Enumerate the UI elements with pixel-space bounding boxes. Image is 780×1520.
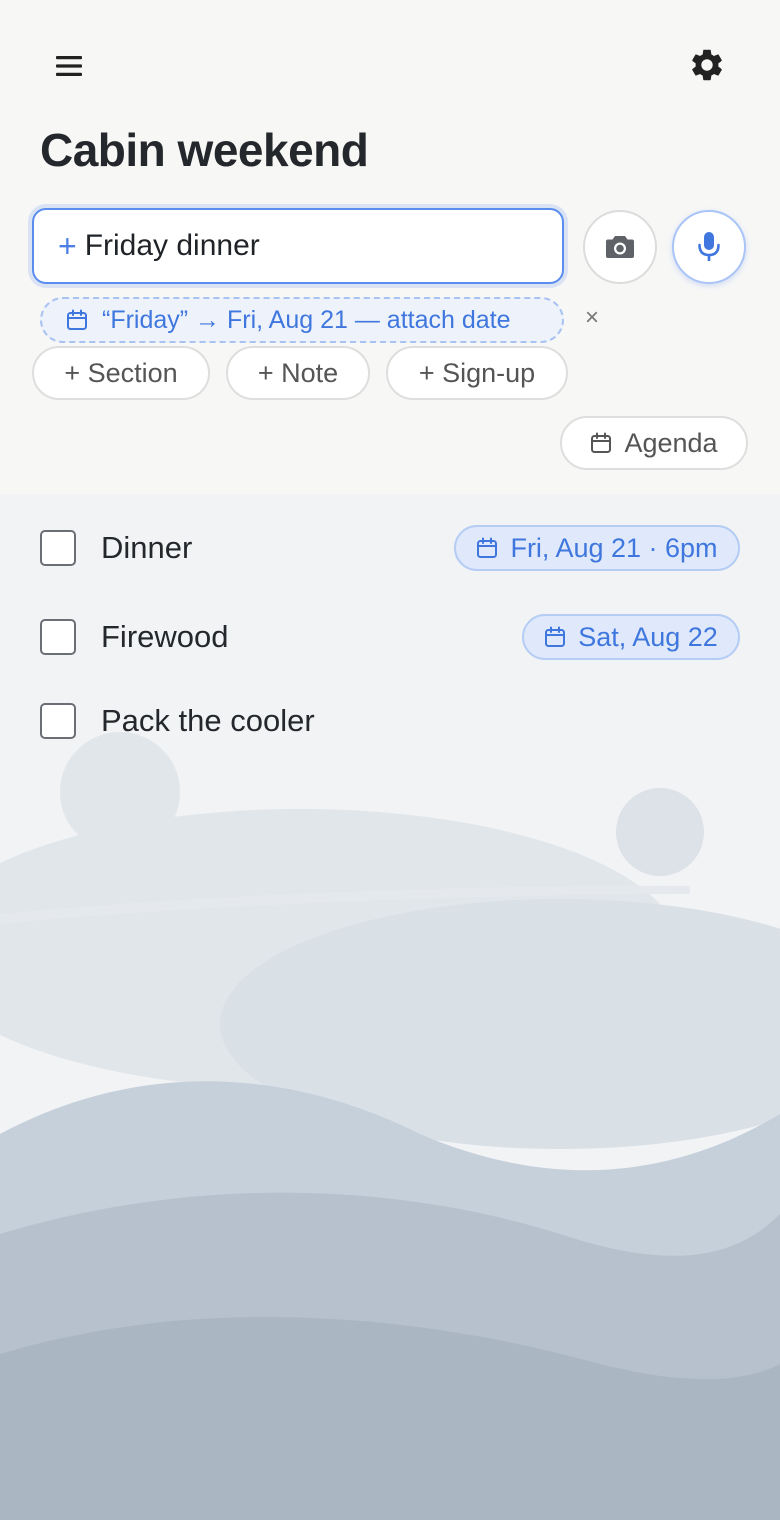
date-suggestion-chip[interactable]: “Friday” → Fri, Aug 21 — attach date: [40, 297, 564, 343]
item-label: Pack the cooler: [101, 703, 315, 738]
item-checkbox[interactable]: [40, 619, 76, 655]
item-date-label: Sat, Aug 22: [578, 621, 718, 652]
item-checkbox[interactable]: [40, 530, 76, 566]
item-date-badge[interactable]: Sat, Aug 22: [522, 614, 740, 660]
agenda-button[interactable]: Agenda: [560, 416, 748, 470]
calendar-icon: [477, 537, 498, 558]
calendar-icon: [591, 432, 612, 453]
date-suggestion-label: “Friday” → Fri, Aug 21 — attach date: [102, 305, 511, 334]
plus-icon: +: [58, 228, 77, 264]
add-item-field[interactable]: +: [32, 208, 564, 284]
page-title: Cabin weekend: [40, 124, 369, 176]
agenda-label: Agenda: [624, 427, 718, 458]
camera-button[interactable]: [583, 210, 657, 284]
item-label: Dinner: [101, 530, 193, 565]
add-note-button[interactable]: + Note: [226, 346, 370, 400]
add-section-button[interactable]: + Section: [32, 346, 210, 400]
add-signup-button[interactable]: + Sign-up: [386, 346, 568, 400]
item-label: Firewood: [101, 619, 229, 654]
microphone-icon: [698, 232, 720, 261]
item-date-label: Fri, Aug 21 · 6pm: [510, 532, 718, 563]
calendar-icon: [545, 626, 566, 647]
calendar-icon: [67, 309, 87, 330]
add-item-input[interactable]: [84, 229, 525, 263]
list-item: Pack the cooler: [0, 0, 780, 739]
camera-icon: [606, 236, 634, 258]
dismiss-suggestion-button[interactable]: ×: [578, 304, 606, 332]
voice-input-button[interactable]: [672, 210, 746, 284]
item-checkbox[interactable]: [40, 703, 76, 739]
item-date-badge[interactable]: Fri, Aug 21 · 6pm: [454, 525, 740, 571]
